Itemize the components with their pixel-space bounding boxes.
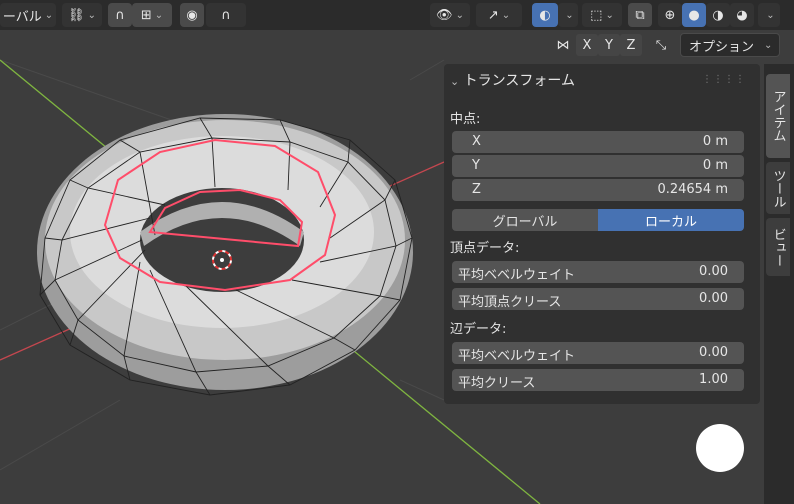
snap-increment-icon: ⊞: [140, 7, 152, 23]
drag-grip-icon[interactable]: ⋮⋮⋮⋮: [702, 74, 746, 85]
coordinate-space-toggle: グローバル ローカル: [452, 209, 744, 231]
mesh-edit-overlay-dropdown[interactable]: ⬚ ⌄: [582, 3, 622, 27]
chevron-down-icon: ⌄: [605, 9, 614, 21]
edge-bevel-weight-field[interactable]: 平均ベベルウェイト 0.00: [452, 342, 744, 364]
overlay-dropdown[interactable]: ⌄: [558, 3, 578, 27]
mirror-z-button[interactable]: Z: [620, 34, 642, 56]
gizmo-icon: ↗: [487, 7, 499, 23]
rendered-sphere-icon: ◕: [736, 7, 748, 23]
solid-sphere-icon: ●: [688, 7, 700, 23]
transform-orientation-dropdown[interactable]: ーバル ⌄: [0, 3, 56, 27]
vertex-crease-label: 平均頂点クリース: [458, 295, 562, 310]
touch-cursor-indicator: [696, 424, 744, 472]
mirror-y-label: Y: [605, 37, 613, 53]
overlay-toggle[interactable]: ◐: [532, 3, 558, 27]
edge-bevel-label: 平均ベベルウェイト: [458, 349, 576, 364]
tab-tool[interactable]: ツール: [766, 162, 790, 214]
global-button[interactable]: グローバル: [452, 209, 598, 231]
tab-item[interactable]: アイテム: [766, 74, 790, 158]
transform-panel-header[interactable]: ⌄ トランスフォーム: [450, 70, 575, 90]
panel-title: トランスフォーム: [463, 73, 575, 89]
auto-merge-icon[interactable]: ⤡: [650, 34, 672, 56]
snap-target-dropdown[interactable]: ⊞ ⌄: [132, 3, 172, 27]
chevron-down-icon: ⌄: [565, 9, 574, 21]
shading-wireframe[interactable]: ⊕: [658, 3, 682, 27]
viewport-header: ーバル ⌄ ⛓ ⌄ ∩ ⊞ ⌄ ◉ ∩ 👁 ⌄ ↗ ⌄ ◐ ⌄ ⬚ ⌄ ⧉ ⊕ ● ◑ ◕ …: [0, 0, 794, 30]
x-label: X: [472, 134, 481, 149]
local-button[interactable]: ローカル: [598, 209, 744, 231]
y-label: Y: [472, 158, 480, 173]
x-value: 0 m: [702, 134, 728, 149]
y-value: 0 m: [702, 158, 728, 173]
mirror-x-label: X: [582, 37, 592, 53]
tab-view[interactable]: ビュー: [766, 218, 790, 276]
vertex-crease-value: 0.00: [699, 291, 728, 306]
chevron-down-icon: ⌄: [87, 9, 96, 21]
vertex-crease-field[interactable]: 平均頂点クリース 0.00: [452, 288, 744, 310]
chevron-down-icon: ⌄: [455, 9, 464, 21]
vertex-bevel-weight-field[interactable]: 平均ベベルウェイト 0.00: [452, 261, 744, 283]
chevron-down-icon: ⌄: [44, 9, 54, 21]
median-z-field[interactable]: Z 0.24654 m: [452, 179, 744, 201]
proportional-edit-icon: ◉: [186, 7, 198, 23]
falloff-dropdown[interactable]: ∩: [206, 3, 246, 27]
orientation-label: ーバル: [2, 9, 42, 25]
mirror-y-button[interactable]: Y: [598, 34, 620, 56]
edge-data-label: 辺データ:: [450, 322, 507, 337]
chevron-down-icon: ⌄: [450, 75, 460, 88]
link-icon: ⛓: [68, 7, 85, 23]
shading-solid[interactable]: ●: [682, 3, 706, 27]
shading-dropdown[interactable]: ⌄: [758, 3, 780, 27]
visibility-icon: 👁: [436, 7, 453, 23]
chevron-down-icon: ⌄: [154, 9, 164, 21]
shading-material[interactable]: ◑: [706, 3, 730, 27]
gizmo-dropdown[interactable]: ↗ ⌄: [476, 3, 522, 27]
shading-rendered[interactable]: ◕: [730, 3, 754, 27]
vertex-bevel-value: 0.00: [699, 264, 728, 279]
edge-bevel-value: 0.00: [699, 345, 728, 360]
sidebar-tabs: アイテム ツール ビュー: [764, 64, 794, 504]
xray-toggle[interactable]: ⧉: [628, 3, 652, 27]
median-label: 中点:: [450, 112, 481, 127]
options-label: オプション: [689, 39, 755, 55]
mesh-select-icon: ⬚: [590, 7, 603, 23]
chevron-down-icon: ⌄: [766, 9, 775, 21]
sidebar-panel: ⌄ トランスフォーム ⋮⋮⋮⋮ 中点: X 0 m Y 0 m Z 0.2465…: [444, 64, 760, 404]
wireframe-sphere-icon: ⊕: [664, 7, 676, 23]
z-value: 0.24654 m: [657, 182, 728, 197]
xray-icon: ⧉: [635, 7, 645, 23]
median-y-field[interactable]: Y 0 m: [452, 155, 744, 177]
options-dropdown[interactable]: オプション ⌄: [680, 33, 780, 57]
mirror-icon[interactable]: ⋈: [552, 34, 574, 56]
mirror-x-button[interactable]: X: [576, 34, 598, 56]
visibility-dropdown[interactable]: 👁 ⌄: [430, 3, 470, 27]
edge-crease-value: 1.00: [699, 372, 728, 387]
proportional-edit-toggle[interactable]: ◉: [180, 3, 204, 27]
median-x-field[interactable]: X 0 m: [452, 131, 744, 153]
vertex-data-label: 頂点データ:: [450, 241, 520, 256]
falloff-icon: ∩: [221, 7, 231, 23]
mirror-z-label: Z: [626, 37, 636, 53]
edge-crease-label: 平均クリース: [458, 376, 536, 391]
material-sphere-icon: ◑: [712, 7, 724, 23]
chevron-down-icon: ⌄: [764, 39, 773, 51]
z-label: Z: [472, 182, 481, 197]
snap-toggle[interactable]: ∩: [108, 3, 132, 27]
chevron-down-icon: ⌄: [501, 9, 511, 21]
overlay-icon: ◐: [539, 7, 551, 23]
edge-crease-field[interactable]: 平均クリース 1.00: [452, 369, 744, 391]
pivot-point-button[interactable]: ⛓ ⌄: [62, 3, 102, 27]
magnet-icon: ∩: [115, 7, 125, 23]
vertex-bevel-label: 平均ベベルウェイト: [458, 268, 576, 283]
